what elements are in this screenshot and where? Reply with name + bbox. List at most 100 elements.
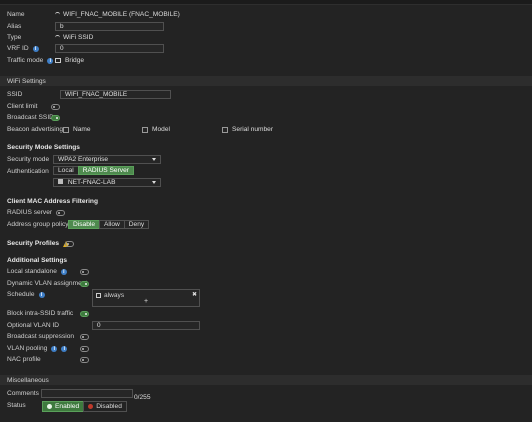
schedule-box[interactable]: always ✖ + bbox=[92, 289, 200, 307]
additional-settings-heading: Additional Settings bbox=[7, 257, 68, 264]
info-icon[interactable]: i bbox=[51, 345, 58, 352]
comments-counter: 0/255 bbox=[134, 394, 151, 401]
auth-radius-option[interactable]: RADIUS Server bbox=[77, 166, 134, 175]
security-profiles-toggle[interactable] bbox=[65, 241, 74, 247]
beacon-serial-checkbox[interactable] bbox=[222, 126, 228, 133]
authentication-label: Authentication bbox=[7, 168, 49, 175]
info-icon[interactable]: i bbox=[38, 291, 45, 298]
ssid-input[interactable]: WIFI_FNAC_MOBILE bbox=[60, 90, 171, 99]
chevron-down-icon bbox=[152, 181, 156, 184]
vrf-input[interactable]: 0 bbox=[55, 44, 164, 53]
name-text: WIFI_FNAC_MOBILE (FNAC_MOBILE) bbox=[63, 11, 180, 18]
alias-input[interactable]: b bbox=[55, 22, 164, 31]
schedule-label-text: Schedule bbox=[7, 291, 35, 298]
status-disabled-button[interactable]: Disabled bbox=[83, 401, 127, 412]
schedule-label: Schedule i bbox=[7, 289, 45, 300]
security-mode-heading: Security Mode Settings bbox=[7, 144, 80, 151]
comments-label: Comments bbox=[7, 390, 39, 397]
status-enabled-button[interactable]: Enabled bbox=[42, 401, 85, 412]
server-icon bbox=[58, 179, 63, 184]
name-label: Name bbox=[7, 11, 25, 18]
traffic-text: Bridge bbox=[65, 57, 85, 64]
policy-allow-option[interactable]: Allow bbox=[99, 220, 125, 229]
beacon-model-checkbox[interactable] bbox=[142, 126, 148, 133]
beacon-serial-option[interactable]: Serial number bbox=[222, 124, 273, 135]
status-label: Status bbox=[7, 402, 26, 409]
disabled-icon bbox=[88, 404, 94, 409]
broadcast-ssid-toggle[interactable] bbox=[51, 115, 60, 121]
beacon-serial-text: Serial number bbox=[232, 126, 274, 133]
info-icon[interactable]: i bbox=[61, 345, 68, 352]
traffic-label-text: Traffic mode bbox=[7, 57, 44, 64]
vlan-pooling-toggle[interactable] bbox=[80, 346, 89, 352]
schedule-entry: always bbox=[96, 291, 124, 300]
status-toggle: Enabled Disabled bbox=[42, 401, 127, 412]
vrf-label-text: VRF ID bbox=[7, 45, 29, 52]
miscellaneous-section: Miscellaneous bbox=[0, 375, 532, 385]
chevron-down-icon bbox=[152, 158, 156, 161]
vlan-pooling-text: VLAN pooling bbox=[7, 345, 48, 352]
beacon-model-option[interactable]: Model bbox=[142, 124, 170, 135]
security-profiles-heading: Security Profiles bbox=[7, 238, 70, 249]
policy-disable-option[interactable]: Disable bbox=[68, 220, 100, 229]
info-icon[interactable]: i bbox=[47, 57, 54, 64]
radius-server-value: NET-FNAC-LAB bbox=[67, 179, 116, 186]
traffic-label: Traffic mode i bbox=[7, 55, 54, 66]
broadcast-ssid-label: Broadcast SSID bbox=[7, 114, 54, 121]
broadcast-suppression-toggle[interactable] bbox=[80, 334, 89, 340]
security-profiles-text: Security Profiles bbox=[7, 240, 60, 247]
beacon-name-option[interactable]: Name bbox=[63, 124, 91, 135]
type-label: Type bbox=[7, 34, 22, 41]
nac-profile-toggle[interactable] bbox=[80, 357, 89, 363]
radius-server-select[interactable]: NET-FNAC-LAB bbox=[53, 178, 161, 187]
beacon-model-text: Model bbox=[152, 126, 170, 133]
mac-radius-toggle[interactable] bbox=[56, 210, 65, 216]
dynamic-vlan-toggle[interactable] bbox=[80, 281, 89, 287]
auth-local-option[interactable]: Local bbox=[53, 166, 79, 175]
comments-input[interactable] bbox=[41, 389, 133, 398]
name-value: WIFI_FNAC_MOBILE (FNAC_MOBILE) bbox=[55, 9, 180, 20]
nac-profile-label: NAC profile bbox=[7, 356, 41, 363]
wifi-settings-section: WiFi Settings bbox=[0, 76, 532, 86]
beacon-name-text: Name bbox=[73, 126, 91, 133]
block-intra-label: Block intra-SSID traffic bbox=[7, 310, 74, 317]
schedule-value: always bbox=[104, 292, 125, 299]
alias-label: Alias bbox=[7, 23, 22, 30]
authentication-toggle: Local RADIUS Server bbox=[53, 166, 134, 175]
info-icon[interactable]: i bbox=[60, 268, 67, 275]
local-standalone-label: Local standalone i bbox=[7, 266, 67, 277]
info-icon[interactable]: i bbox=[32, 45, 39, 52]
security-mode-label: Security mode bbox=[7, 156, 50, 163]
security-mode-value: WPA2 Enterprise bbox=[58, 156, 109, 163]
wifi-type-icon bbox=[55, 35, 60, 40]
address-group-policy: Disable Allow Deny bbox=[68, 220, 150, 229]
local-standalone-toggle[interactable] bbox=[80, 269, 89, 275]
traffic-value: Bridge bbox=[55, 55, 84, 66]
dynamic-vlan-label: Dynamic VLAN assignment bbox=[7, 280, 88, 287]
vrf-label: VRF ID i bbox=[7, 43, 39, 54]
beacon-name-checkbox[interactable] bbox=[63, 126, 69, 133]
status-enabled-text: Enabled bbox=[55, 403, 80, 410]
add-schedule-icon[interactable]: + bbox=[144, 298, 148, 305]
address-group-policy-label: Address group policy bbox=[7, 221, 69, 228]
broadcast-suppression-label: Broadcast suppression bbox=[7, 333, 75, 340]
mac-filtering-heading: Client MAC Address Filtering bbox=[7, 198, 98, 205]
bridge-icon bbox=[55, 58, 61, 63]
mac-radius-label: RADIUS server bbox=[7, 209, 53, 216]
close-icon[interactable]: ✖ bbox=[192, 291, 197, 298]
security-mode-select[interactable]: WPA2 Enterprise bbox=[53, 155, 161, 164]
client-limit-label: Client limit bbox=[7, 103, 38, 110]
client-limit-toggle[interactable] bbox=[51, 104, 60, 110]
status-disabled-text: Disabled bbox=[96, 403, 122, 410]
policy-deny-option[interactable]: Deny bbox=[123, 220, 150, 229]
type-text: WiFi SSID bbox=[63, 34, 94, 41]
block-intra-toggle[interactable] bbox=[80, 311, 89, 317]
optional-vlan-label: Optional VLAN ID bbox=[7, 322, 60, 329]
optional-vlan-input[interactable]: 0 bbox=[92, 321, 200, 330]
beacon-label: Beacon advertising bbox=[7, 126, 64, 133]
vlan-pooling-label: VLAN pooling i i bbox=[7, 343, 68, 354]
check-icon bbox=[47, 404, 52, 409]
top-bar bbox=[0, 0, 532, 5]
radius-server-value-wrap: NET-FNAC-LAB bbox=[58, 179, 115, 186]
type-value: WiFi SSID bbox=[55, 32, 93, 43]
